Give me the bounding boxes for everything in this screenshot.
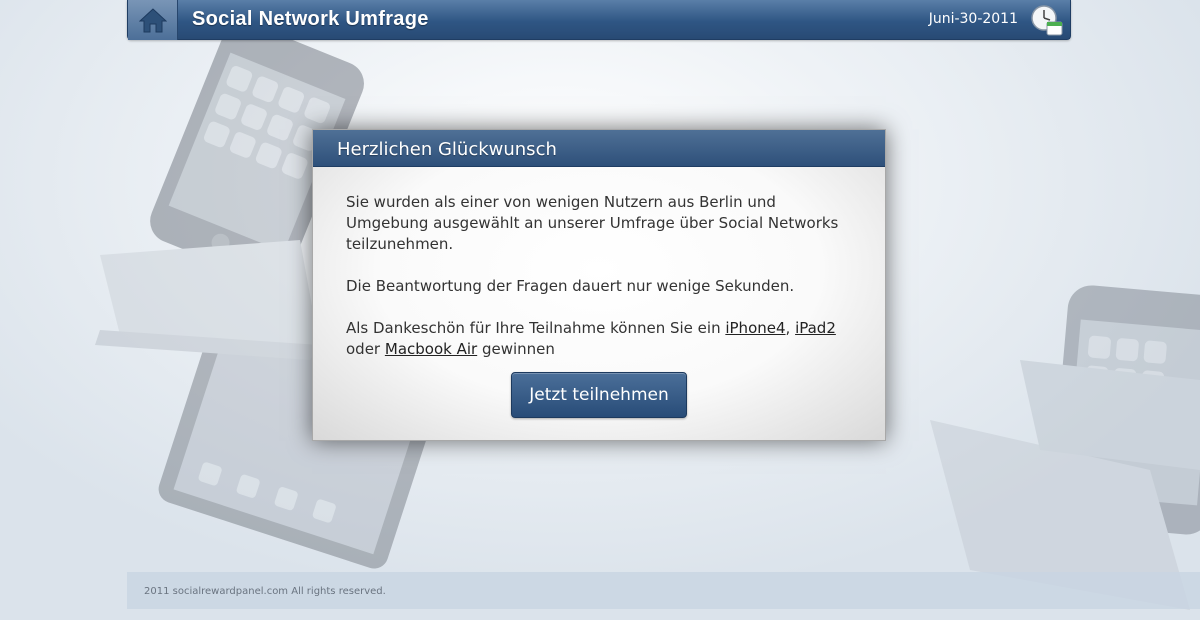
dialog-title: Herzlichen Glückwunsch <box>337 139 557 160</box>
top-bar: Social Network Umfrage Juni-30-2011 <box>127 0 1071 40</box>
home-button[interactable] <box>128 0 178 40</box>
footer: 2011 socialrewardpanel.com All rights re… <box>127 572 1200 609</box>
dialog-body: Sie wurden als einer von wenigen Nutzern… <box>346 192 861 381</box>
participate-button[interactable]: Jetzt teilnehmen <box>511 372 687 418</box>
duration-message: Die Beantwortung der Fragen dauert nur w… <box>346 277 795 295</box>
congratulations-dialog: Herzlichen Glückwunsch Sie wurden als ei… <box>312 129 886 441</box>
site-title: Social Network Umfrage <box>192 8 429 30</box>
copyright-text: 2011 socialrewardpanel.com All rights re… <box>144 586 386 597</box>
dialog-header: Herzlichen Glückwunsch <box>313 130 885 167</box>
prize-separator-2: oder <box>346 340 385 358</box>
prize-separator-1: , <box>785 319 796 337</box>
home-icon <box>138 8 167 33</box>
prize-message: Als Dankeschön für Ihre Teilnahme können… <box>346 318 861 360</box>
prize-message-suffix: gewinnen <box>477 340 555 358</box>
ipad2-link[interactable]: iPad2 <box>795 319 836 337</box>
iphone4-link[interactable]: iPhone4 <box>725 319 785 337</box>
macbook-air-link[interactable]: Macbook Air <box>385 340 477 358</box>
selection-message: Sie wurden als einer von wenigen Nutzern… <box>346 193 839 253</box>
clock-calendar-icon <box>1031 5 1063 36</box>
date-label: Juni-30-2011 <box>928 11 1018 27</box>
prize-message-prefix: Als Dankeschön für Ihre Teilnahme können… <box>346 319 726 337</box>
macbook-illustration <box>95 240 320 360</box>
